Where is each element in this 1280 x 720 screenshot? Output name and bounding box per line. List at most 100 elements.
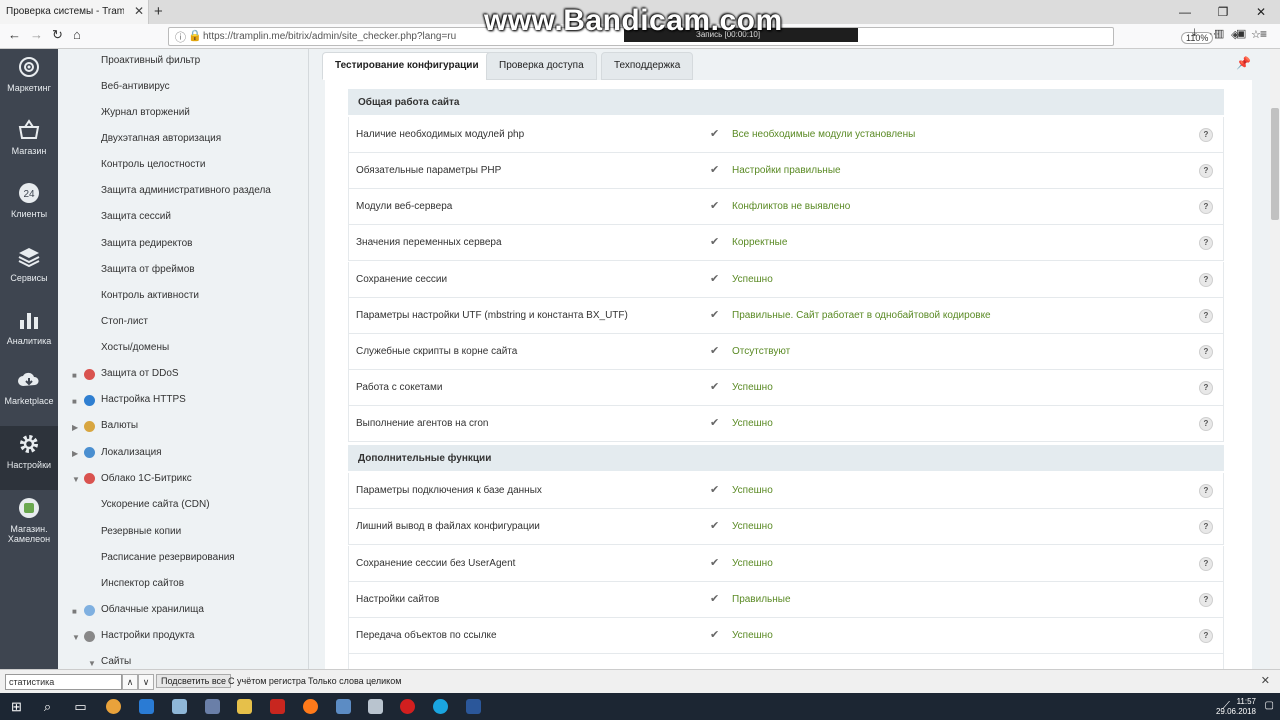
- leftbar-item-settings[interactable]: Настройки: [0, 426, 58, 490]
- leftbar-item-analytics[interactable]: Аналитика: [0, 302, 58, 362]
- bandicam-icon[interactable]: [400, 699, 415, 714]
- leftbar-item-chameleon[interactable]: Магазин. Хамелеон: [0, 490, 58, 550]
- search-icon[interactable]: ⌕: [31, 693, 64, 720]
- download-icon[interactable]: ⤓: [1192, 27, 1197, 40]
- leftbar-item-clients[interactable]: 24 Клиенты: [0, 175, 58, 235]
- menu-item[interactable]: Журнал вторжений: [101, 107, 190, 118]
- close-tab-icon[interactable]: ✕: [134, 4, 144, 18]
- help-icon[interactable]: ?: [1199, 345, 1213, 359]
- filezilla-icon[interactable]: [270, 699, 285, 714]
- app-icon[interactable]: [172, 699, 187, 714]
- menu-item[interactable]: Контроль целостности: [101, 159, 205, 170]
- help-icon[interactable]: ?: [1199, 128, 1213, 142]
- check-result: Успешно: [732, 274, 773, 285]
- restore-button[interactable]: ❐: [1204, 0, 1242, 24]
- menu-item[interactable]: Защита административного раздела: [101, 185, 271, 196]
- close-find-icon[interactable]: ✕: [1261, 674, 1270, 687]
- forward-icon[interactable]: →: [30, 27, 43, 42]
- expand-arrow-icon[interactable]: ▶: [72, 449, 78, 458]
- help-icon[interactable]: ?: [1199, 200, 1213, 214]
- chrome-icon[interactable]: [106, 699, 121, 714]
- help-icon[interactable]: ?: [1199, 417, 1213, 431]
- app-icon[interactable]: [368, 699, 383, 714]
- menu-item[interactable]: Контроль активности: [101, 290, 199, 301]
- windows-start-icon[interactable]: ⊞: [0, 693, 33, 720]
- menu-item[interactable]: Проактивный фильтр: [101, 55, 200, 66]
- skype-icon[interactable]: [433, 699, 448, 714]
- app-icon[interactable]: [336, 699, 351, 714]
- match-case-option[interactable]: С учётом регистра: [228, 676, 306, 686]
- browser-tab[interactable]: Проверка системы - Tramplin.me ✕: [0, 0, 149, 24]
- back-icon[interactable]: ←: [8, 27, 21, 42]
- menu-item-ddos[interactable]: Защита от DDoS: [101, 368, 179, 379]
- firefox-icon[interactable]: [303, 699, 318, 714]
- collapse-arrow-icon[interactable]: ▼: [72, 475, 80, 484]
- menu-item-https[interactable]: Настройка HTTPS: [101, 394, 186, 405]
- menu-item-cloud[interactable]: Облако 1С-Битрикс: [101, 473, 192, 484]
- collapsed-bullet-icon[interactable]: ■: [72, 607, 77, 616]
- help-icon[interactable]: ?: [1199, 309, 1213, 323]
- network-app-icon[interactable]: [205, 699, 220, 714]
- word-icon[interactable]: [466, 699, 481, 714]
- menu-item[interactable]: Ускорение сайта (CDN): [101, 499, 210, 510]
- notification-icon[interactable]: ▢: [1265, 700, 1274, 711]
- menu-item[interactable]: Веб-антивирус: [101, 81, 170, 92]
- highlight-all-button[interactable]: Подсветить все: [156, 674, 232, 688]
- help-icon[interactable]: ?: [1199, 557, 1213, 571]
- edge-icon[interactable]: [139, 699, 154, 714]
- close-window-button[interactable]: ✕: [1242, 0, 1280, 24]
- sidebar-toggle-icon[interactable]: ▣: [1236, 27, 1246, 40]
- collapsed-bullet-icon[interactable]: ■: [72, 371, 77, 380]
- menu-item[interactable]: Хосты/домены: [101, 342, 169, 353]
- library-icon[interactable]: ▥: [1214, 27, 1224, 40]
- tab-support[interactable]: Техподдержка: [601, 52, 694, 80]
- collapse-arrow-icon[interactable]: ▼: [88, 659, 96, 668]
- menu-item[interactable]: Расписание резервирования: [101, 552, 235, 563]
- find-input[interactable]: статистика: [5, 674, 122, 690]
- menu-item-product-settings[interactable]: Настройки продукта: [101, 630, 194, 641]
- scrollbar-thumb[interactable]: [1271, 108, 1279, 220]
- find-prev-icon[interactable]: ∧: [122, 674, 138, 690]
- help-icon[interactable]: ?: [1199, 273, 1213, 287]
- explorer-icon[interactable]: [237, 699, 252, 714]
- find-next-icon[interactable]: ∨: [138, 674, 154, 690]
- leftbar-item-shop[interactable]: Магазин: [0, 112, 58, 172]
- new-tab-button[interactable]: +: [154, 3, 163, 20]
- menu-icon[interactable]: ≡: [1260, 27, 1267, 41]
- leftbar-item-marketplace[interactable]: Marketplace: [0, 362, 58, 422]
- help-icon[interactable]: ?: [1199, 520, 1213, 534]
- help-icon[interactable]: ?: [1199, 381, 1213, 395]
- menu-item[interactable]: Защита от фреймов: [101, 264, 195, 275]
- menu-item[interactable]: Защита сессий: [101, 211, 171, 222]
- menu-item[interactable]: Инспектор сайтов: [101, 578, 184, 589]
- reload-icon[interactable]: ↻: [52, 27, 63, 43]
- menu-item[interactable]: Двухэтапная авторизация: [101, 133, 221, 144]
- help-icon[interactable]: ?: [1199, 236, 1213, 250]
- task-view-icon[interactable]: ▭: [64, 693, 97, 720]
- menu-item-cloud-storage[interactable]: Облачные хранилища: [101, 604, 204, 615]
- collapsed-bullet-icon[interactable]: ■: [72, 397, 77, 406]
- home-icon[interactable]: ⌂: [73, 27, 81, 42]
- minimize-button[interactable]: —: [1166, 0, 1204, 24]
- help-icon[interactable]: ?: [1199, 164, 1213, 178]
- pin-icon[interactable]: 📌: [1236, 56, 1251, 70]
- help-icon[interactable]: ?: [1199, 593, 1213, 607]
- help-icon[interactable]: ?: [1199, 629, 1213, 643]
- menu-item-sites[interactable]: Сайты: [101, 656, 131, 667]
- taskbar-clock[interactable]: 11:57 29.06.2018: [1216, 697, 1256, 717]
- menu-item[interactable]: Стоп-лист: [101, 316, 148, 327]
- info-icon[interactable]: ⓘ: [175, 29, 186, 45]
- menu-item-currency[interactable]: Валюты: [101, 420, 138, 431]
- tab-config-testing[interactable]: Тестирование конфигурации: [322, 52, 492, 80]
- help-icon[interactable]: ?: [1199, 484, 1213, 498]
- menu-item[interactable]: Резервные копии: [101, 526, 181, 537]
- tab-access-check[interactable]: Проверка доступа: [486, 52, 597, 80]
- leftbar-item-marketing[interactable]: Маркетинг: [0, 49, 58, 109]
- menu-item-localization[interactable]: Локализация: [101, 447, 162, 458]
- leftbar-item-services[interactable]: Сервисы: [0, 239, 58, 299]
- whole-words-option[interactable]: Только слова целиком: [308, 676, 401, 686]
- menu-item[interactable]: Защита редиректов: [101, 238, 193, 249]
- collapse-arrow-icon[interactable]: ▼: [72, 633, 80, 642]
- clock-date: 29.06.2018: [1215, 707, 1256, 716]
- expand-arrow-icon[interactable]: ▶: [72, 423, 78, 432]
